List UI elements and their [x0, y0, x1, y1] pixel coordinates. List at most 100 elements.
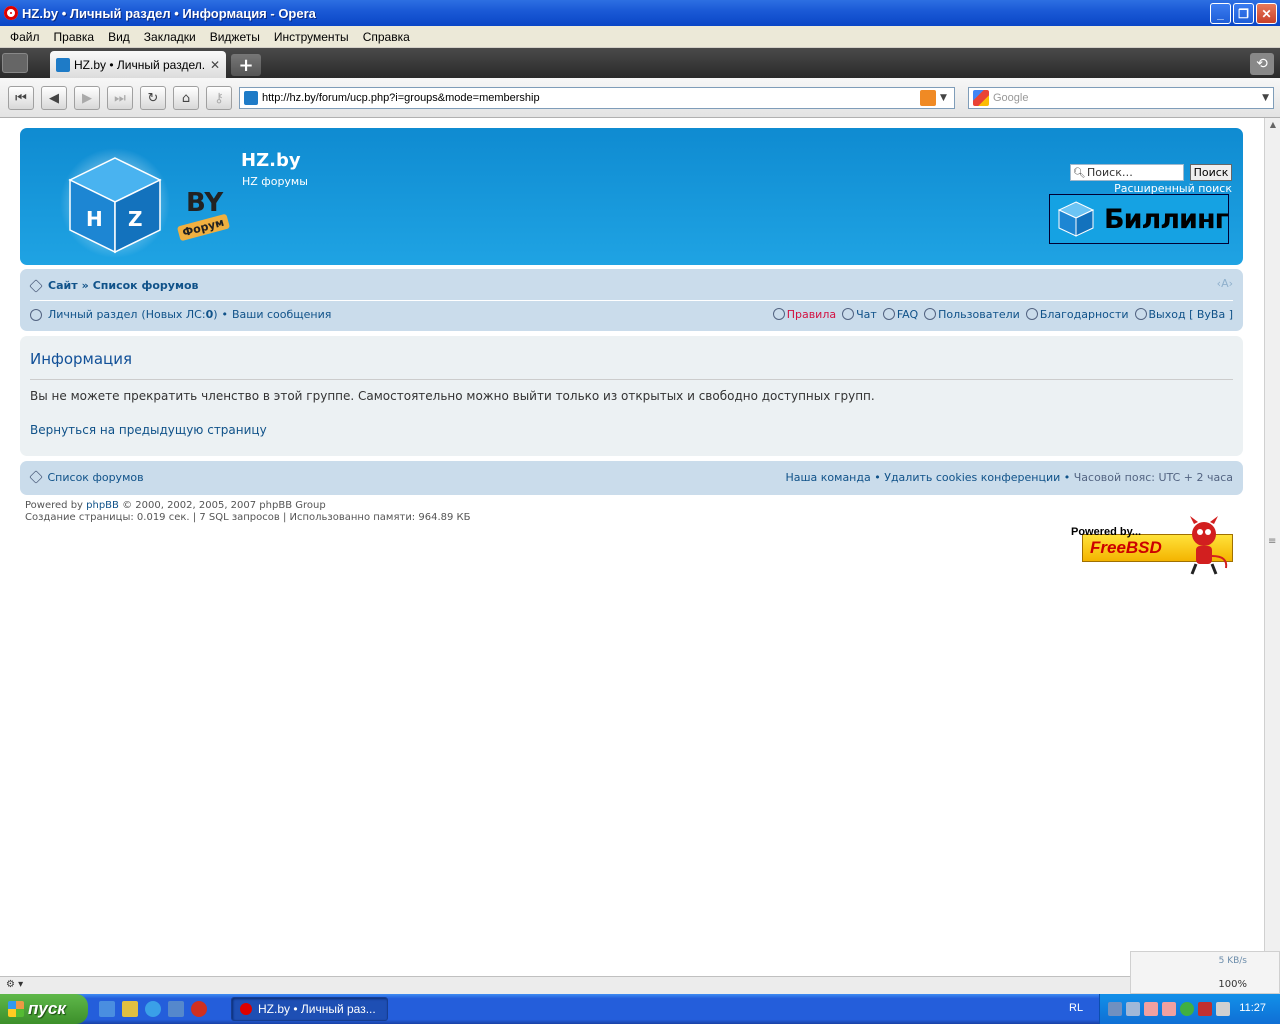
font-size-toggle[interactable]: ‹A› [1217, 277, 1233, 290]
panel-divider [30, 379, 1233, 380]
back-link[interactable]: Вернуться на предыдущую страницу [30, 423, 267, 437]
internet-explorer-icon[interactable] [145, 1001, 161, 1017]
menu-widgets[interactable]: Виджеты [204, 30, 266, 44]
vertical-scrollbar[interactable]: ▲ ≡ ▼ [1264, 118, 1280, 976]
quicklaunch-window-icon[interactable] [168, 1001, 184, 1017]
scroll-up-icon[interactable]: ▲ [1266, 120, 1280, 134]
members-link[interactable]: Пользователи [938, 308, 1020, 321]
address-url[interactable]: http://hz.by/forum/ucp.php?i=groups&mode… [262, 92, 920, 104]
billing-banner[interactable]: Биллинг [1049, 194, 1229, 244]
user-icon [30, 308, 42, 321]
new-tab-button[interactable]: + [231, 54, 261, 76]
site-description: HZ форумы [242, 175, 308, 188]
forward-button[interactable]: ▶ [74, 86, 100, 110]
home-button[interactable]: ⌂ [173, 86, 199, 110]
forum-search-input[interactable]: 🔍︎ Поиск… [1070, 164, 1184, 181]
tray-bf-icon[interactable] [1144, 1002, 1158, 1016]
breadcrumb: Сайт » Список форумов [29, 278, 199, 293]
zoom-level[interactable]: 100% [1218, 979, 1247, 990]
menu-bookmarks[interactable]: Закладки [138, 30, 202, 44]
wand-key-button[interactable]: ⚷ [206, 86, 232, 110]
reload-button[interactable]: ↻ [140, 86, 166, 110]
chat-icon [842, 308, 855, 320]
crumb-forums[interactable]: Список форумов [93, 279, 199, 292]
windows-flag-icon [8, 1001, 24, 1017]
team-link[interactable]: Наша команда [785, 471, 870, 484]
new-pm-prefix[interactable]: (Новых ЛС: [141, 308, 205, 321]
powered-suffix: © 2000, 2002, 2005, 2007 phpBB Group [118, 500, 326, 511]
copyright: Powered by phpBB © 2000, 2002, 2005, 200… [25, 500, 471, 524]
menu-help[interactable]: Справка [357, 30, 416, 44]
forum-search-button[interactable]: Поиск [1190, 164, 1232, 181]
powered-prefix: Powered by [25, 500, 87, 511]
new-pm-count[interactable]: 0 [206, 308, 214, 321]
menu-edit[interactable]: Правка [48, 30, 101, 44]
crumb-site[interactable]: Сайт [48, 279, 78, 292]
window-titlebar[interactable]: HZ.by • Личный раздел • Информация - Ope… [0, 0, 1280, 26]
rss-feed-icon[interactable] [920, 90, 936, 106]
phpbb-link[interactable]: phpBB [86, 500, 119, 511]
menu-view[interactable]: Вид [102, 30, 136, 44]
tray-bf2-icon[interactable] [1162, 1002, 1176, 1016]
tray-globe-icon[interactable] [1180, 1002, 1194, 1016]
logout-link[interactable]: Выход [ ByBa ] [1149, 308, 1234, 321]
billing-cube-icon [1057, 201, 1095, 237]
menu-tools[interactable]: Инструменты [268, 30, 355, 44]
minimize-button[interactable]: _ [1210, 3, 1231, 24]
show-desktop-icon[interactable] [99, 1001, 115, 1017]
volume-icon[interactable] [1216, 1002, 1230, 1016]
clock[interactable]: 11:27 [1239, 1002, 1266, 1014]
footer-forum-index-link[interactable]: Список форумов [48, 471, 144, 484]
site-favicon-icon [244, 91, 258, 105]
tray-app-icon[interactable] [1126, 1002, 1140, 1016]
close-button[interactable]: ✕ [1256, 3, 1277, 24]
taskbar-opera-window[interactable]: HZ.by • Личный раз... [231, 997, 388, 1021]
restore-button[interactable]: ❐ [1233, 3, 1254, 24]
forum-header: H Z BY Форум HZ.by HZ форумы 🔍︎ Поиск… П… [20, 128, 1243, 265]
google-icon[interactable] [973, 90, 989, 106]
chat-link[interactable]: Чат [856, 308, 877, 321]
delete-cookies-link[interactable]: Удалить cookies конференции [884, 471, 1060, 484]
tab-close-icon[interactable]: ✕ [210, 58, 220, 72]
system-tray: 11:27 [1099, 994, 1280, 1024]
network-tray-icon[interactable] [1108, 1002, 1122, 1016]
your-posts-link[interactable]: Ваши сообщения [232, 308, 331, 321]
thanks-link[interactable]: Благодарности [1040, 308, 1129, 321]
start-label: пуск [28, 999, 66, 1018]
panel-toggle-button[interactable] [2, 53, 28, 73]
address-bar[interactable]: http://hz.by/forum/ucp.php?i=groups&mode… [239, 87, 955, 109]
tab-hzby[interactable]: HZ.by • Личный раздел... ✕ [50, 51, 226, 78]
forum-search-placeholder: Поиск… [1087, 166, 1133, 179]
svg-text:H: H [86, 207, 103, 231]
closed-tabs-trash-button[interactable]: ⟲ [1250, 53, 1274, 75]
window-controls: _ ❐ ✕ [1210, 3, 1277, 24]
logout-icon [1134, 308, 1147, 320]
ucp-link[interactable]: Личный раздел [48, 308, 137, 321]
rules-link[interactable]: Правила [787, 308, 836, 321]
task-label: HZ.by • Личный раз... [258, 1002, 376, 1016]
navigation-toolbar: ⏮ ◀ ▶ ⏭ ↻ ⌂ ⚷ http://hz.by/forum/ucp.php… [0, 78, 1280, 118]
window-title: HZ.by • Личный раздел • Информация - Ope… [22, 5, 316, 21]
language-indicator[interactable]: RL [1069, 1002, 1083, 1014]
tray-flag-icon[interactable] [1198, 1002, 1212, 1016]
scroll-grip-icon[interactable]: ≡ [1268, 536, 1276, 547]
faq-link[interactable]: FAQ [897, 308, 918, 321]
fast-forward-button[interactable]: ⏭ [107, 86, 133, 110]
search-field[interactable]: Google ▼ [968, 87, 1274, 109]
address-dropdown-icon[interactable]: ▼ [940, 93, 954, 103]
transfer-speed: 5 KB/s [1218, 956, 1247, 966]
quicklaunch-tool-icon[interactable] [122, 1001, 138, 1017]
information-panel: Информация Вы не можете прекратить членс… [20, 336, 1243, 456]
rewind-button[interactable]: ⏮ [8, 86, 34, 110]
menu-file[interactable]: Файл [4, 30, 46, 44]
quicklaunch-opera-icon[interactable] [191, 1001, 207, 1017]
back-button[interactable]: ◀ [41, 86, 67, 110]
site-title[interactable]: HZ.by [241, 150, 301, 171]
status-menu-icon[interactable]: ⚙ ▾ [6, 979, 23, 990]
hz-cube-logo-icon[interactable]: H Z [60, 148, 170, 258]
billing-label: Биллинг [1104, 203, 1229, 235]
start-button[interactable]: пуск [0, 994, 88, 1024]
freebsd-badge[interactable]: Powered by... FreeBSD [1068, 516, 1233, 576]
search-dropdown-icon[interactable]: ▼ [1262, 93, 1269, 103]
navbar-links: Правила Чат FAQ Пользователи Благодарнос… [772, 308, 1234, 321]
